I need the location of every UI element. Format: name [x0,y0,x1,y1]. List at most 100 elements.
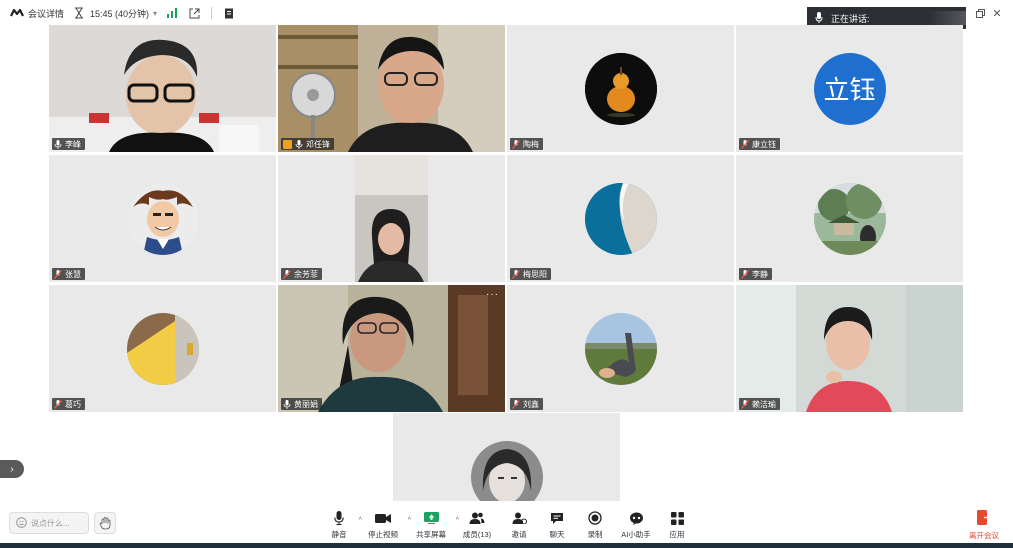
participant-name-tag: 陶梅 [510,138,543,150]
stop-video-button[interactable]: 停止视频 ^ [364,507,411,541]
mute-options-caret[interactable]: ^ [359,517,362,524]
participant-name: 梅思阳 [523,269,547,279]
mic-muted-icon [54,269,62,279]
quick-chat-placeholder: 说点什么... [31,518,70,528]
participant-name-tag: 梅思阳 [510,268,551,280]
mic-muted-icon [512,399,520,409]
members-label: 成员(13) [462,530,492,539]
avatar-initials: 立钰 [823,75,876,105]
participant-name-tag: 黄丽娟 [281,398,322,410]
participant-avatar [584,52,657,125]
chat-button[interactable]: 聊天 [538,507,576,541]
tile-participant-13[interactable] [393,413,620,501]
participant-name-tag: 余芳菲 [281,268,322,280]
mute-label: 静音 [331,530,347,539]
participant-name-tag: 邓任锋 [281,138,334,150]
tile-participant-5[interactable]: 张慧 [49,155,276,282]
members-icon [469,510,485,526]
bottom-toolbar: 说点什么... 静音 ^ 停止视频 ^ 共享屏幕 ^ 成员(13) 邀请 聊天 … [0,503,1013,543]
participant-name-tag: 李峰 [52,138,85,150]
participant-name: 黄丽娟 [294,399,318,409]
tile-participant-2[interactable]: 邓任锋 [278,25,505,152]
ai-assistant-icon [628,510,644,526]
members-button[interactable]: 成员(13) [458,507,496,541]
participant-name-tag: 赖洁瑜 [739,398,780,410]
invite-button[interactable]: 邀请 [500,507,538,541]
ai-assistant-button[interactable]: AI小助手 [614,507,658,541]
apps-button[interactable]: 应用 [658,507,696,541]
leave-icon [976,510,992,527]
share-screen-button[interactable]: 共享屏幕 ^ [412,507,459,541]
close-window-icon[interactable]: ✕ [990,6,1004,20]
meeting-duration[interactable]: 15:45 (40分钟) ▾ [72,6,157,20]
restore-window-icon[interactable] [973,6,987,20]
notes-icon[interactable] [222,6,236,20]
chat-icon [549,510,565,526]
raise-hand-icon [99,516,111,529]
leave-meeting-button[interactable]: 离开会议 [964,507,1004,541]
mic-on-icon [295,139,303,149]
participant-name-tag: 葛巧 [52,398,85,410]
camera-icon [375,510,391,526]
video-grid: 李峰 邓任锋 陶梅 立钰 康立钰 张慧 余芳菲 梅思阳 李静 葛巧 ··· 黄丽… [49,25,964,412]
tile-participant-12[interactable]: 赖洁瑜 [736,285,963,412]
video-options-caret[interactable]: ^ [408,517,411,524]
leave-meeting-label: 离开会议 [969,531,999,540]
tile-participant-6[interactable]: 余芳菲 [278,155,505,282]
quick-chat-input[interactable]: 说点什么... [9,512,89,534]
speaking-label: 正在讲话: [831,13,870,24]
external-share-icon[interactable] [187,6,201,20]
participant-avatar [126,312,199,385]
share-screen-icon [423,510,439,526]
tile-participant-4[interactable]: 立钰 康立钰 [736,25,963,152]
participant-video-6 [278,155,505,282]
host-badge-icon [283,139,292,149]
record-icon [587,510,603,526]
mic-muted-icon [283,269,291,279]
participant-video-1 [49,25,276,152]
emoji-icon[interactable] [16,516,27,530]
taskbar-edge [0,543,1013,548]
apps-icon [669,510,685,526]
chevron-right-icon: › [10,463,14,475]
expand-sidebar-button[interactable]: › [0,460,24,478]
participant-name: 康立钰 [752,139,776,149]
tile-participant-10[interactable]: ··· 黄丽娟 [278,285,505,412]
ai-assistant-label: AI小助手 [621,530,651,539]
participant-name: 李峰 [65,139,81,149]
mic-muted-icon [54,399,62,409]
participant-avatar [471,441,543,501]
more-options-icon[interactable]: ··· [486,289,499,300]
tile-participant-3[interactable]: 陶梅 [507,25,734,152]
meeting-controls: 静音 ^ 停止视频 ^ 共享屏幕 ^ 成员(13) 邀请 聊天 录制 AI小助手… [326,507,696,541]
participant-name-tag: 张慧 [52,268,85,280]
tile-participant-7[interactable]: 梅思阳 [507,155,734,282]
participant-avatar [813,182,886,255]
participant-name: 张慧 [65,269,81,279]
record-label: 录制 [587,530,603,539]
mute-button[interactable]: 静音 ^ [326,507,362,541]
mic-muted-icon [512,139,520,149]
mic-muted-icon [512,269,520,279]
mic-muted-icon [741,139,749,149]
mic-muted-icon [741,399,749,409]
topbar-divider [211,7,213,19]
participant-name: 陶梅 [523,139,539,149]
chat-label: 聊天 [549,530,565,539]
signal-strength-icon[interactable] [165,6,179,20]
participant-avatar [584,182,657,255]
record-button[interactable]: 录制 [576,507,614,541]
participant-name-tag: 刘鑫 [510,398,543,410]
raise-hand-button[interactable] [94,512,116,534]
participant-avatar: 立钰 [813,52,886,125]
tile-participant-1[interactable]: 李峰 [49,25,276,152]
stop-video-label: 停止视频 [368,530,398,539]
invite-icon [511,510,527,526]
meeting-details[interactable]: 会议详情 [10,6,64,20]
tile-participant-11[interactable]: 刘鑫 [507,285,734,412]
tile-participant-9[interactable]: 葛巧 [49,285,276,412]
participant-avatar [126,182,199,255]
participant-avatar [584,312,657,385]
tile-participant-8[interactable]: 李静 [736,155,963,282]
share-screen-label: 共享屏幕 [416,530,446,539]
